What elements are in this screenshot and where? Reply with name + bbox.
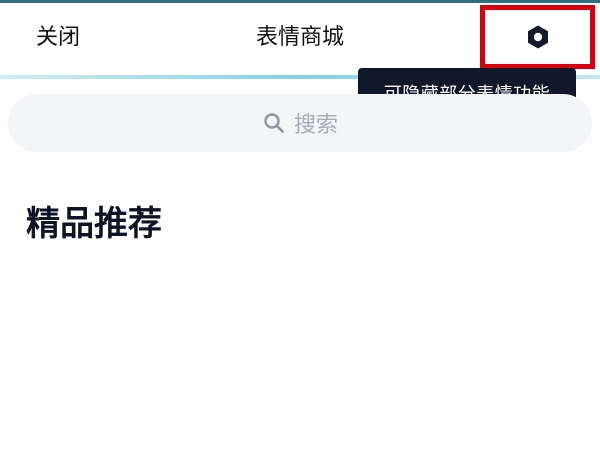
search-icon (264, 113, 284, 133)
search-input[interactable]: 搜索 (8, 94, 592, 152)
settings-button[interactable] (480, 5, 595, 69)
section-title: 精品推荐 (26, 204, 162, 244)
emoji-store-page: 关闭 表情商城 可隐藏部分表情功能 搜索 精品推荐 (0, 0, 600, 451)
search-placeholder: 搜索 (293, 113, 338, 138)
settings-hex-icon (527, 25, 548, 49)
